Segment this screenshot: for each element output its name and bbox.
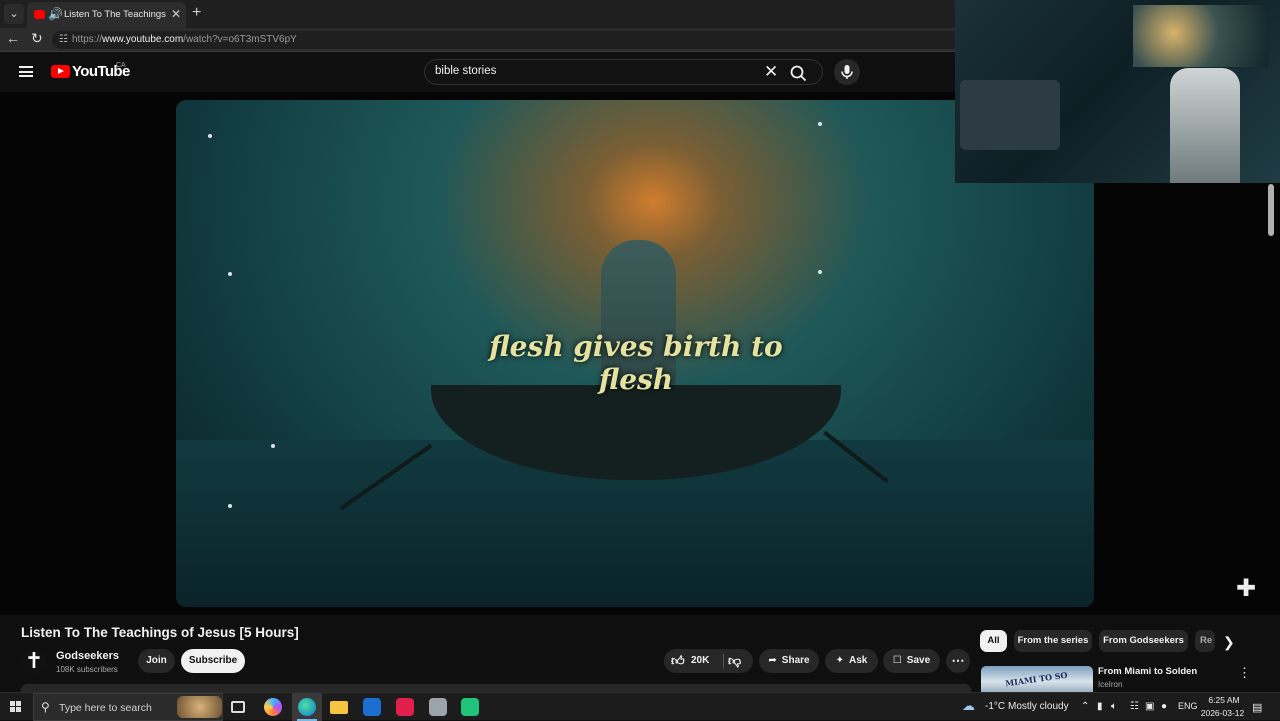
subscribe-button[interactable]: Subscribe — [181, 649, 245, 673]
url-host: www.youtube.com — [102, 34, 184, 45]
webcam-bed — [960, 80, 1060, 150]
windows-icon[interactable] — [10, 701, 22, 713]
taskbar-search-placeholder: Type here to search — [59, 702, 152, 714]
tab-search-menu-button[interactable]: ⌄ — [4, 4, 24, 24]
copilot-icon[interactable] — [264, 698, 282, 716]
chip-from-series[interactable]: From the series — [1014, 630, 1092, 652]
description-box[interactable] — [21, 684, 971, 692]
thumbnail-text: MIAMI TO SO — [1004, 669, 1069, 689]
back-icon[interactable]: ← — [6, 30, 20, 46]
network-icon[interactable]: ☷ — [1130, 701, 1139, 712]
video-caption-overlay: flesh gives birth to flesh — [489, 330, 783, 396]
like-icon[interactable]: 👍︎ — [671, 649, 685, 673]
webcam-overlay — [955, 0, 1280, 183]
share-button[interactable]: ➦ Share — [759, 649, 819, 673]
app-icon[interactable] — [461, 698, 479, 716]
like-count[interactable]: 20K — [691, 649, 709, 673]
sparkle-decoration — [818, 270, 822, 274]
close-icon[interactable]: ✕ — [171, 7, 181, 21]
sparkle-decoration — [208, 134, 212, 138]
taskbar-search[interactable]: ⚲ Type here to search — [33, 693, 223, 721]
file-explorer-icon[interactable] — [330, 701, 348, 714]
url-field[interactable]: ☷ https://www.youtube.com/watch?v=o6T3mS… — [52, 31, 972, 49]
search-input[interactable] — [435, 65, 755, 77]
save-button[interactable]: ☐ Save — [883, 649, 940, 673]
weather-temp[interactable]: -1°C — [985, 701, 1005, 712]
audio-icon[interactable]: 🔊 — [48, 7, 63, 21]
sparkle-decoration — [818, 122, 822, 126]
windows-taskbar: ⚲ Type here to search ☁ -1°C Mostly clou… — [0, 692, 1280, 721]
webcam-monitor — [1133, 5, 1268, 67]
microsoft-store-icon[interactable] — [396, 698, 414, 716]
youtube-logo-icon[interactable] — [51, 65, 70, 78]
chip-all[interactable]: All — [980, 630, 1007, 652]
page-scrollbar[interactable] — [1268, 184, 1274, 236]
join-button[interactable]: Join — [138, 649, 175, 673]
clock-date[interactable]: 2026-03-12 — [1200, 708, 1245, 718]
cross-icon: ✚ — [1236, 575, 1257, 602]
search-icon[interactable] — [789, 64, 809, 82]
weather-text[interactable]: Mostly cloudy — [1008, 701, 1069, 712]
url-prefix: https:// — [72, 34, 103, 45]
channel-name[interactable]: Godseekers — [56, 650, 119, 662]
app-icon[interactable] — [429, 698, 447, 716]
menu-icon[interactable] — [19, 66, 33, 77]
share-icon: ➦ — [768, 655, 777, 666]
edge-icon[interactable] — [298, 698, 316, 716]
video-title: Listen To The Teachings of Jesus [5 Hour… — [21, 625, 299, 640]
chip-from-channel[interactable]: From Godseekers — [1099, 630, 1188, 652]
share-label: Share — [781, 655, 810, 666]
sparkle-decoration — [228, 504, 232, 508]
sparkle-decoration — [228, 272, 232, 276]
weather-icon[interactable]: ☁ — [962, 698, 975, 714]
like-dislike-group: 👍︎ 20K 👎︎ — [664, 649, 753, 673]
clear-search-icon[interactable]: ✕ — [764, 62, 778, 82]
subscriber-count: 108K subscribers — [56, 665, 118, 674]
sparkle-icon: ✦ — [835, 655, 845, 666]
channel-avatar[interactable]: ✝ — [21, 648, 47, 674]
language-indicator[interactable]: ENG — [1178, 701, 1198, 711]
outlook-icon[interactable] — [363, 698, 381, 716]
more-vertical-icon[interactable]: ⋮ — [1238, 665, 1251, 681]
mic-icon[interactable]: ● — [1161, 701, 1167, 712]
recommendation-title[interactable]: From Miami to Solden — [1098, 666, 1197, 677]
recommendation-channel[interactable]: IceIron — [1098, 680, 1122, 689]
site-info-icon[interactable]: ☷ — [59, 34, 68, 45]
search-icon: ⚲ — [41, 700, 50, 714]
clock-time[interactable]: 6:25 AM — [1204, 695, 1244, 705]
show-hidden-icons[interactable]: ⌃ — [1081, 701, 1089, 712]
tab-title: Listen To The Teachings of Jesus [5 Hour… — [64, 9, 168, 20]
plus-icon[interactable]: + — [192, 4, 201, 22]
notifications-icon[interactable]: ▤ — [1252, 701, 1262, 714]
browser-tab[interactable]: 🔊 Listen To The Teachings of Jesus [5 Ho… — [27, 2, 186, 28]
url-text: https://www.youtube.com/watch?v=o6T3mSTV… — [72, 34, 297, 45]
recommendation-thumbnail[interactable]: MIAMI TO SO — [981, 666, 1093, 692]
bookmark-icon: ☐ — [892, 655, 902, 666]
chip-related[interactable]: Re — [1195, 630, 1215, 652]
task-view-icon[interactable] — [231, 701, 245, 713]
display-icon[interactable]: ▣ — [1145, 701, 1154, 712]
search-highlight-icon — [177, 696, 222, 718]
url-path: /watch?v=o6T3mSTV6pY — [183, 34, 297, 45]
region-code: CA — [116, 62, 126, 69]
volume-icon[interactable]: 🔈︎ — [1111, 701, 1117, 712]
dislike-icon[interactable]: 👎︎ — [728, 649, 741, 673]
webcam-chair — [1170, 68, 1240, 183]
youtube-favicon-icon — [34, 10, 45, 19]
sparkle-decoration — [271, 444, 275, 448]
save-label: Save — [906, 655, 931, 666]
ask-label: Ask — [849, 655, 868, 666]
more-icon[interactable]: ⋯ — [946, 649, 970, 673]
search-box: ✕ — [424, 59, 823, 85]
ask-button[interactable]: ✦ Ask — [825, 649, 878, 673]
battery-icon[interactable]: ▮ — [1097, 701, 1103, 712]
mic-icon[interactable] — [834, 59, 860, 85]
reload-icon[interactable]: ↻ — [31, 30, 43, 47]
chevron-right-icon[interactable]: ❯ — [1223, 634, 1235, 651]
divider — [723, 654, 724, 668]
